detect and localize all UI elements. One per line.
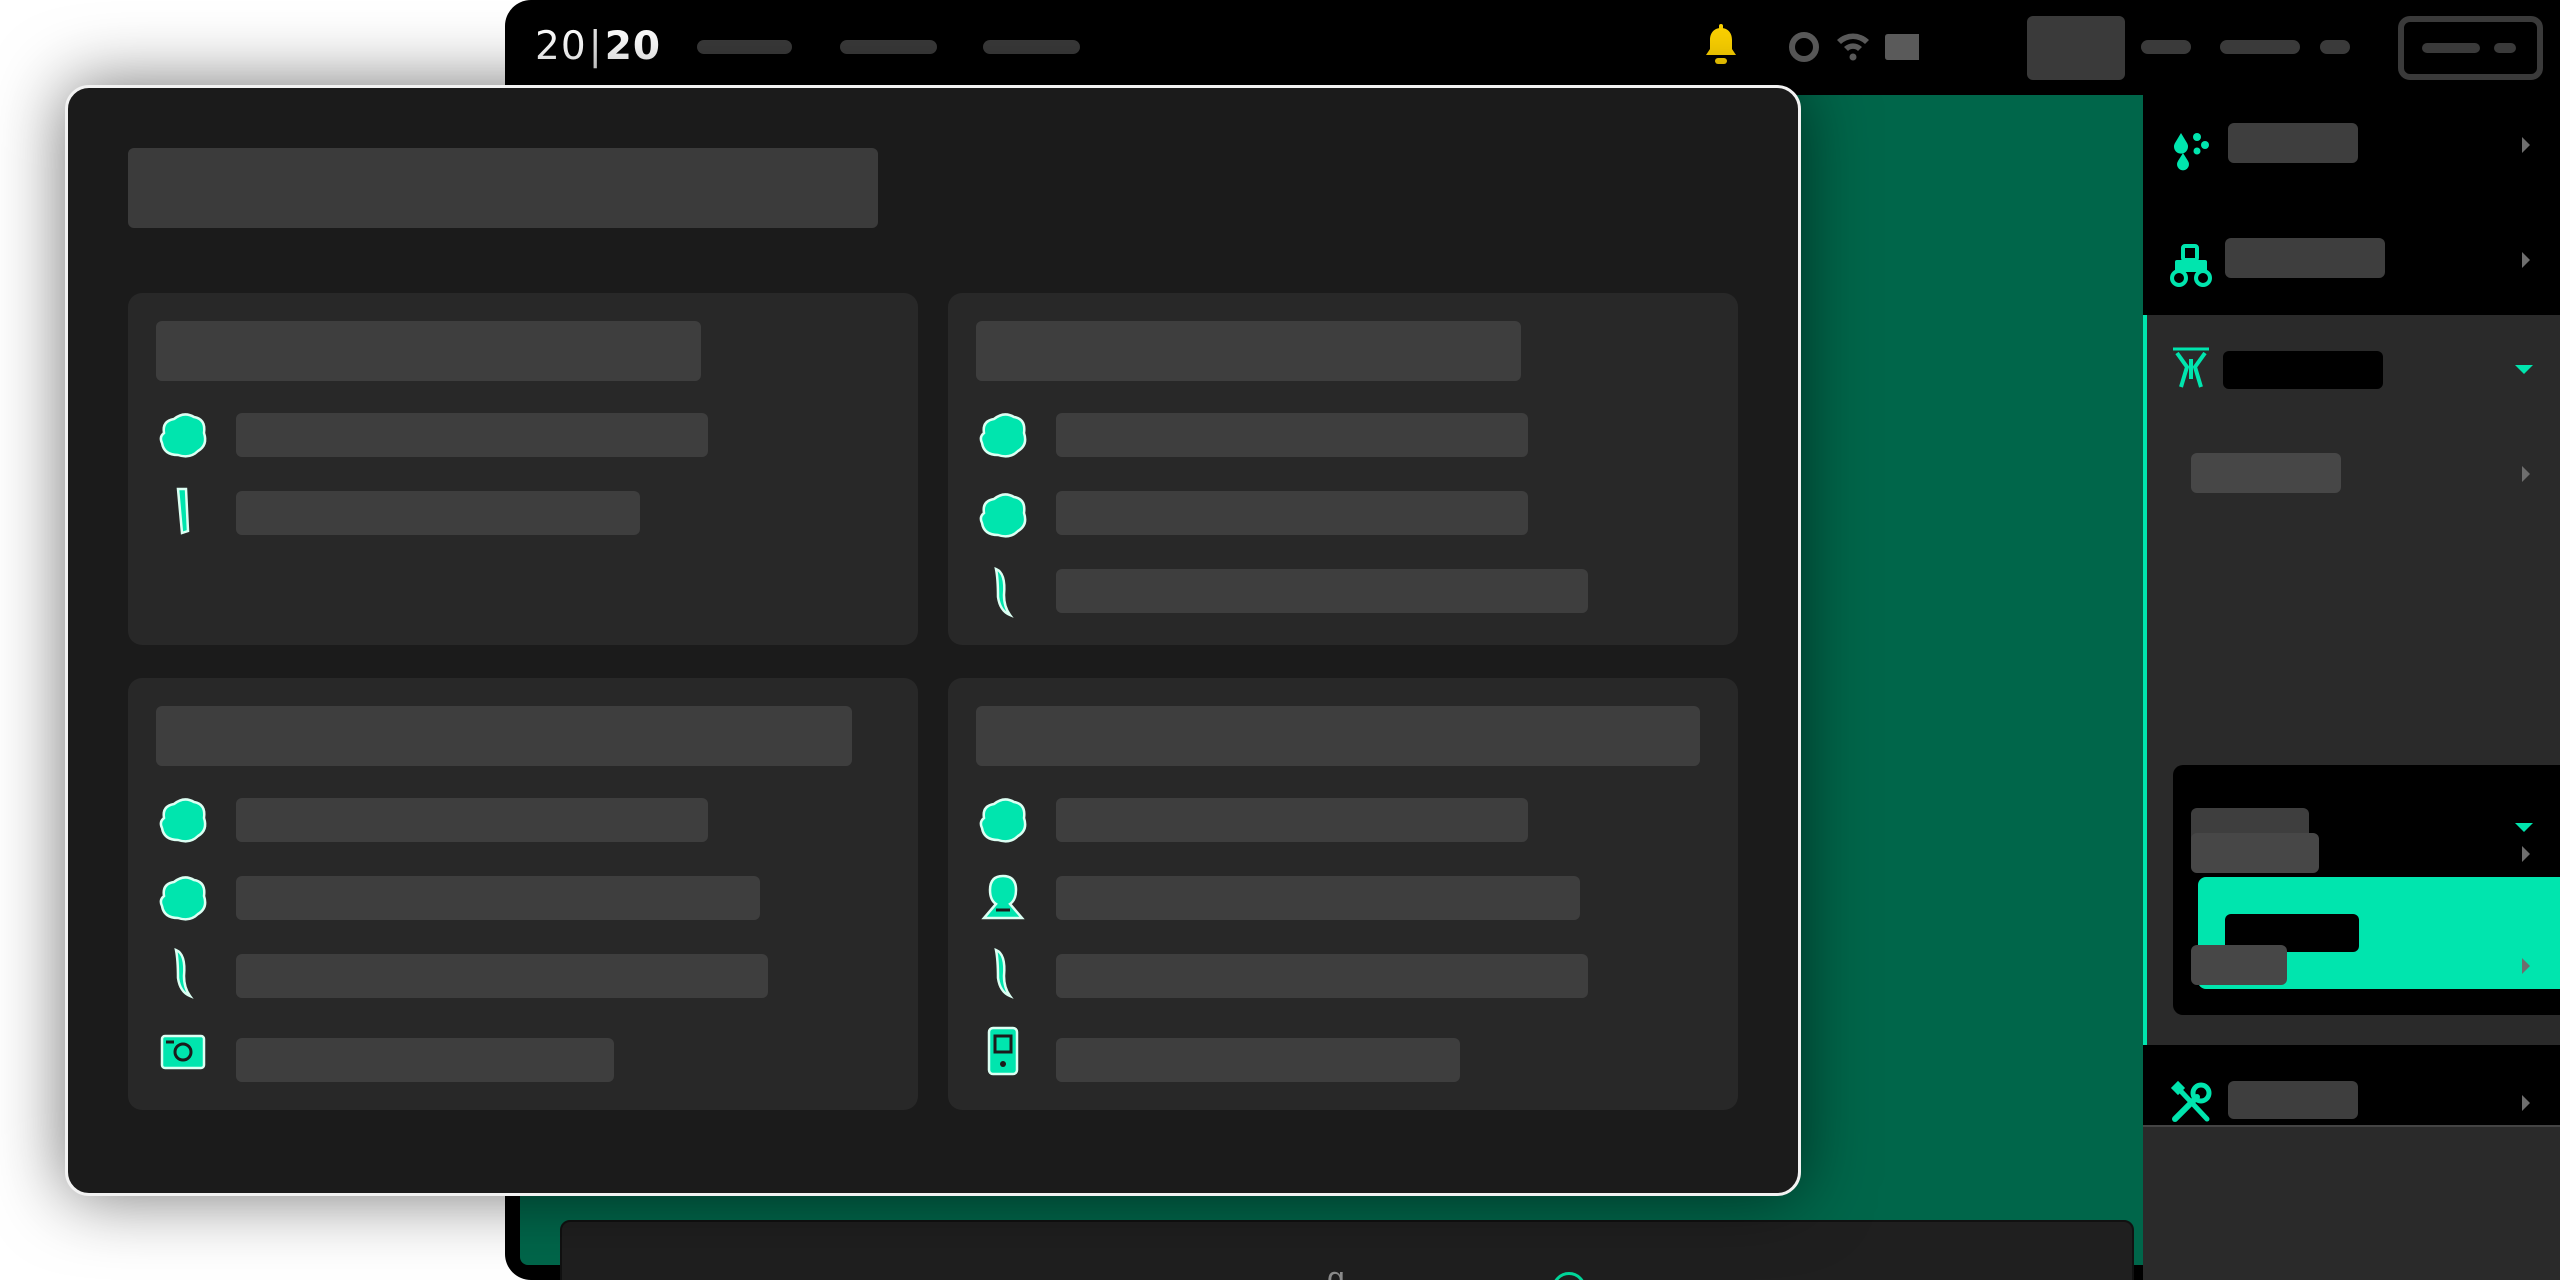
item-label-placeholder	[1056, 491, 1528, 535]
item-label-placeholder	[1056, 876, 1580, 920]
sidebar-label-placeholder	[2228, 1081, 2358, 1119]
card-icon	[1885, 34, 1919, 60]
sidebar-item-seeding[interactable]	[2143, 95, 2560, 210]
card[interactable]	[948, 293, 1738, 645]
nav-tab-placeholder[interactable]	[840, 40, 937, 54]
avatar-placeholder[interactable]	[2027, 16, 2125, 80]
chevron-right-icon	[2522, 1095, 2530, 1111]
seed-icon	[979, 493, 1027, 538]
sidebar-label-placeholder	[2225, 238, 2385, 278]
seed-icon	[159, 876, 207, 921]
item-label-placeholder	[1056, 1038, 1460, 1082]
status-placeholder	[2220, 40, 2300, 54]
item-label-placeholder	[236, 954, 768, 998]
card[interactable]	[128, 293, 918, 645]
card-title-placeholder	[976, 321, 1521, 381]
item-label-placeholder	[236, 491, 640, 535]
sidebar-label-placeholder	[2223, 351, 2383, 389]
tractor-icon	[2170, 244, 2212, 287]
tube-icon	[176, 487, 190, 535]
chevron-right-icon	[2522, 137, 2530, 153]
chevron-down-icon	[2515, 365, 2533, 374]
item-label-placeholder	[1056, 413, 1528, 457]
chevron-right-icon	[2522, 466, 2530, 482]
sidebar-label-placeholder	[2191, 945, 2287, 985]
card-title-placeholder	[976, 706, 1700, 766]
card-title-placeholder	[156, 321, 701, 381]
chevron-right-icon	[2522, 958, 2530, 974]
seed-icon	[979, 798, 1027, 843]
tube-icon	[174, 947, 194, 999]
sidebar-subitem[interactable]	[2143, 425, 2560, 540]
item-label-placeholder	[1056, 954, 1588, 998]
seed-icon	[979, 413, 1027, 458]
logo: 20|20	[535, 24, 662, 69]
sensor-head-icon	[981, 874, 1025, 920]
device-icon	[987, 1026, 1019, 1076]
sidebar-subitem[interactable]	[2143, 917, 2560, 1032]
tube-icon	[994, 947, 1014, 999]
bell-icon[interactable]	[1700, 24, 1742, 68]
chevron-right-icon	[2522, 252, 2530, 268]
nav-tab-placeholder[interactable]	[983, 40, 1080, 54]
seed-icon	[159, 798, 207, 843]
top-bar: 20|20	[505, 0, 2560, 95]
item-label-placeholder	[236, 413, 708, 457]
modal-title-placeholder	[128, 148, 878, 228]
sidebar-label-placeholder	[2191, 453, 2341, 493]
menu-placeholder	[2494, 43, 2516, 53]
item-label-placeholder	[236, 798, 708, 842]
seed-drops-icon	[2174, 133, 2209, 171]
modal-dialog	[65, 85, 1801, 1196]
sidebar-label-placeholder	[2228, 123, 2358, 163]
sidebar	[2143, 95, 2560, 1280]
menu-placeholder	[2422, 43, 2480, 53]
circle-icon	[1789, 32, 1819, 62]
card[interactable]	[948, 678, 1738, 1110]
meter-icon	[160, 1034, 206, 1070]
status-placeholder	[2141, 40, 2191, 54]
bottom-text-fragment: g	[1327, 1260, 1345, 1280]
seed-icon	[159, 413, 207, 458]
tube-icon	[994, 566, 1014, 618]
card-title-placeholder	[156, 706, 852, 766]
sidebar-label-placeholder	[2191, 833, 2319, 873]
status-dot-icon	[1552, 1272, 1586, 1280]
bottom-panel[interactable]: g	[560, 1220, 2134, 1280]
item-label-placeholder	[1056, 569, 1588, 613]
card[interactable]	[128, 678, 918, 1110]
sidebar-subitem[interactable]	[2143, 805, 2560, 920]
item-label-placeholder	[1056, 798, 1528, 842]
wifi-icon	[1837, 33, 1869, 61]
tools-icon	[2170, 1080, 2212, 1122]
status-placeholder	[2320, 40, 2350, 54]
sidebar-footer	[2143, 1125, 2560, 1280]
nav-tab-placeholder[interactable]	[697, 40, 792, 54]
item-label-placeholder	[236, 876, 760, 920]
sidebar-item-row-unit[interactable]	[2143, 315, 2560, 430]
row-unit-icon	[2173, 347, 2209, 388]
sidebar-item-tractor[interactable]	[2143, 210, 2560, 325]
menu-icon[interactable]	[2398, 16, 2543, 80]
chevron-right-icon	[2522, 846, 2530, 862]
item-label-placeholder	[236, 1038, 614, 1082]
